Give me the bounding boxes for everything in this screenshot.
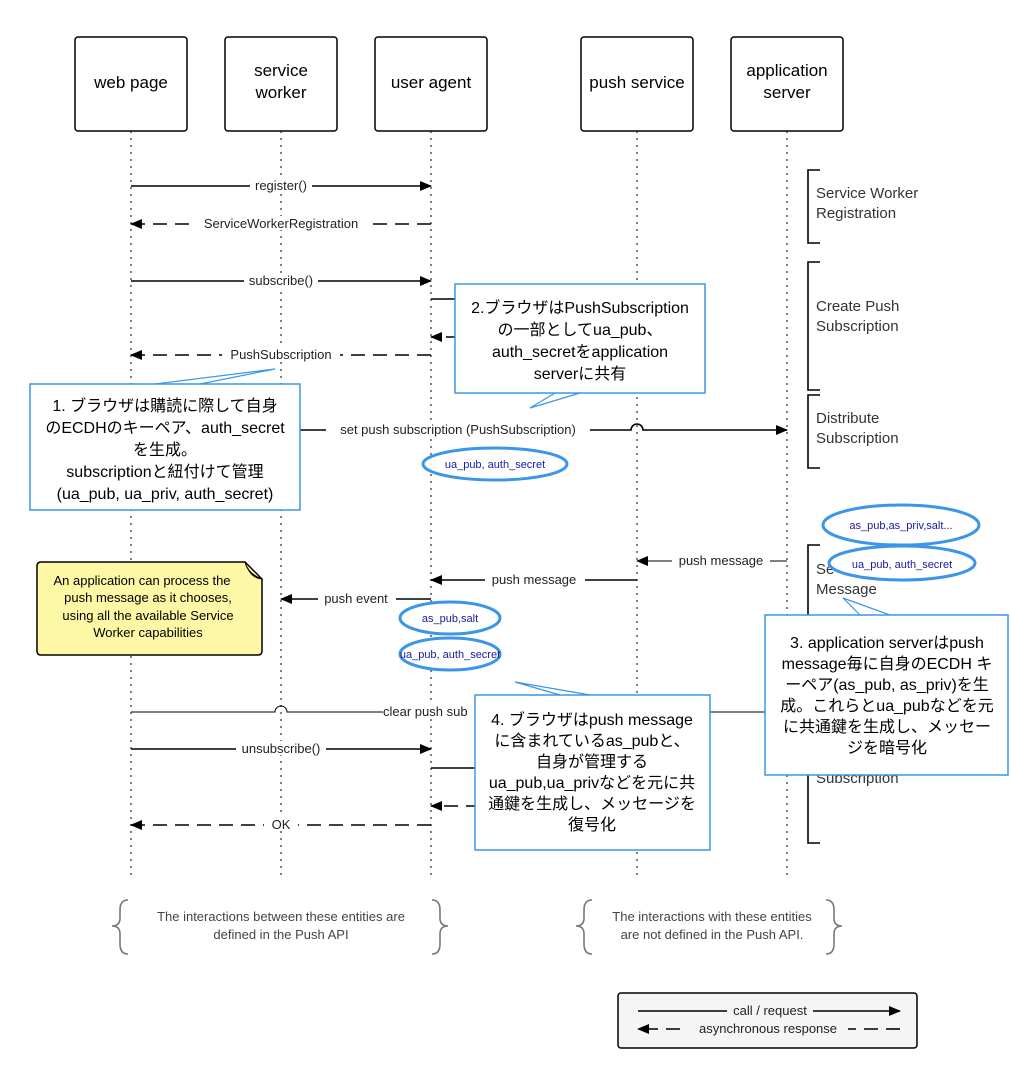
svg-text:Create Push: Create Push [816,298,899,315]
footer-push-api-defined: The interactions between these entities … [111,899,449,955]
svg-text:message毎に自身のECDH キ: message毎に自身のECDH キ [782,655,993,673]
svg-text:ua_pub, auth_secret: ua_pub, auth_secret [445,459,545,471]
ellipse-as-pub-as-priv-salt: as_pub,as_priv,salt... [821,503,981,547]
svg-text:ServiceWorkerRegistration: ServiceWorkerRegistration [204,216,358,231]
svg-text:PushSubscription: PushSubscription [230,347,331,362]
svg-text:defined in the Push API: defined in the Push API [213,927,348,942]
ellipse-ua-pub-auth-secret-2: ua_pub, auth_secret [398,636,502,672]
svg-text:Message: Message [816,581,877,598]
svg-text:Subscription: Subscription [816,430,899,447]
svg-text:自身が管理する: 自身が管理する [536,753,648,771]
message-push-event: push event [280,591,431,606]
callout-2: 2.ブラウザはPushSubscription の一部としてua_pub、 au… [454,283,706,409]
participant-web-page: web page [74,36,188,132]
svg-text:に共通鍵を生成し、メッセー: に共通鍵を生成し、メッセー [783,718,991,736]
callout-4: 4. ブラウザはpush message に含まれているas_pubと、 自身が… [474,681,711,851]
svg-text:as_pub,salt: as_pub,salt [422,613,478,625]
svg-text:1. ブラウザは購読に際して自身: 1. ブラウザは購読に際して自身 [52,396,277,415]
message-subscribe: subscribe() [131,273,432,288]
svg-text:using all the available Servic: using all the available Service [62,608,233,623]
svg-text:set push subscription (PushSub: set push subscription (PushSubscription) [340,422,576,437]
svg-text:ua_pub,ua_privなどを元に共: ua_pub,ua_privなどを元に共 [489,774,695,792]
svg-text:のECDHのキーペア、auth_secret: のECDHのキーペア、auth_secret [45,420,285,437]
svg-text:に含まれているas_pubと、: に含まれているas_pubと、 [494,732,689,750]
participant-user-agent: user agent [374,36,488,132]
svg-text:の一部としてua_pub、: の一部としてua_pub、 [498,321,663,339]
participant-label: push service [589,73,684,92]
ellipse-ua-pub-auth-secret-3: ua_pub, auth_secret [827,544,977,582]
svg-text:push message: push message [492,572,577,587]
message-unsubscribe: unsubscribe() [131,741,432,756]
message-ok: OK [130,817,431,832]
participant-label: application [746,61,827,80]
ellipse-ua-pub-auth-secret-1: ua_pub, auth_secret [421,446,569,482]
svg-text:4. ブラウザはpush message: 4. ブラウザはpush message [491,710,693,729]
svg-text:serverに共有: serverに共有 [534,365,626,383]
svg-text:The interactions with these en: The interactions with these entities [612,909,812,924]
svg-text:(ua_pub, ua_priv, auth_secret): (ua_pub, ua_priv, auth_secret) [57,486,274,503]
participant-label: web page [93,73,168,92]
svg-text:asynchronous response: asynchronous response [699,1021,837,1036]
sequence-diagram: web page service worker user agent push … [29,36,1009,1049]
message-register: register() [131,178,432,193]
svg-text:subscribe(): subscribe() [249,273,313,288]
svg-text:unsubscribe(): unsubscribe() [242,741,321,756]
svg-text:subscriptionと紐付けて管理: subscriptionと紐付けて管理 [66,463,263,481]
svg-text:An application can process the: An application can process the [53,573,230,588]
svg-text:ジを暗号化: ジを暗号化 [847,739,927,757]
svg-text:通鍵を生成し、メッセージを: 通鍵を生成し、メッセージを [488,795,696,813]
svg-text:2.ブラウザはPushSubscription: 2.ブラウザはPushSubscription [471,298,689,317]
participant-label: service [254,61,308,80]
svg-text:push message as it chooses,: push message as it chooses, [64,590,232,605]
svg-text:Worker capabilities: Worker capabilities [93,625,203,640]
svg-text:Registration: Registration [816,205,896,222]
phase-create-push-subscription: Create Push Subscription [807,261,899,391]
svg-text:push message: push message [679,553,764,568]
participant-label: worker [254,83,306,102]
svg-text:push event: push event [324,591,388,606]
callout-3: 3. application serverはpush message毎に自身のE… [764,597,1009,776]
message-service-worker-registration: ServiceWorkerRegistration [130,216,431,231]
ellipse-as-pub-salt: as_pub,salt [398,600,502,636]
svg-text:OK: OK [272,817,291,832]
svg-text:Service Worker: Service Worker [816,185,918,202]
svg-text:復号化: 復号化 [568,816,616,834]
svg-text:The interactions between these: The interactions between these entities … [157,909,405,924]
svg-text:Subscription: Subscription [816,318,899,335]
svg-text:成。これらとua_pubなどを元: 成。これらとua_pubなどを元 [780,697,993,715]
message-push-message-to-ua: push message [430,572,637,587]
svg-text:as_pub,as_priv,salt...: as_pub,as_priv,salt... [849,520,952,532]
svg-text:ーペア(as_pub, as_priv)を生: ーペア(as_pub, as_priv)を生 [785,676,989,694]
svg-text:ua_pub, auth_secret: ua_pub, auth_secret [852,559,952,571]
svg-text:を生成。: を生成。 [133,441,197,459]
message-push-message-from-app-server: push message [636,553,787,568]
svg-text:are not defined in the Push AP: are not defined in the Push API. [621,927,804,942]
message-push-subscription: PushSubscription [130,347,431,362]
note-application-process: An application can process the push mess… [36,561,263,656]
phase-service-worker-registration: Service Worker Registration [807,169,918,244]
participant-label: server [763,83,811,102]
participant-push-service: push service [580,36,694,132]
legend: call / request asynchronous response [617,992,918,1049]
svg-text:Distribute: Distribute [816,410,879,427]
footer-push-api-not-defined: The interactions with these entities are… [575,899,843,955]
svg-text:register(): register() [255,178,307,193]
svg-text:auth_secretをapplication: auth_secretをapplication [492,343,668,361]
svg-text:call / request: call / request [733,1003,807,1018]
callout-1: 1. ブラウザは購読に際して自身 のECDHのキーペア、auth_secret … [29,368,301,511]
participant-service-worker: service worker [224,36,338,132]
svg-text:3. application serverはpush: 3. application serverはpush [790,635,984,652]
participant-application-server: application server [730,36,844,132]
svg-text:ua_pub, auth_secret: ua_pub, auth_secret [400,649,500,661]
phase-distribute-subscription: Distribute Subscription [807,394,899,469]
participant-label: user agent [391,73,472,92]
svg-text:clear push sub: clear push sub [383,704,468,719]
